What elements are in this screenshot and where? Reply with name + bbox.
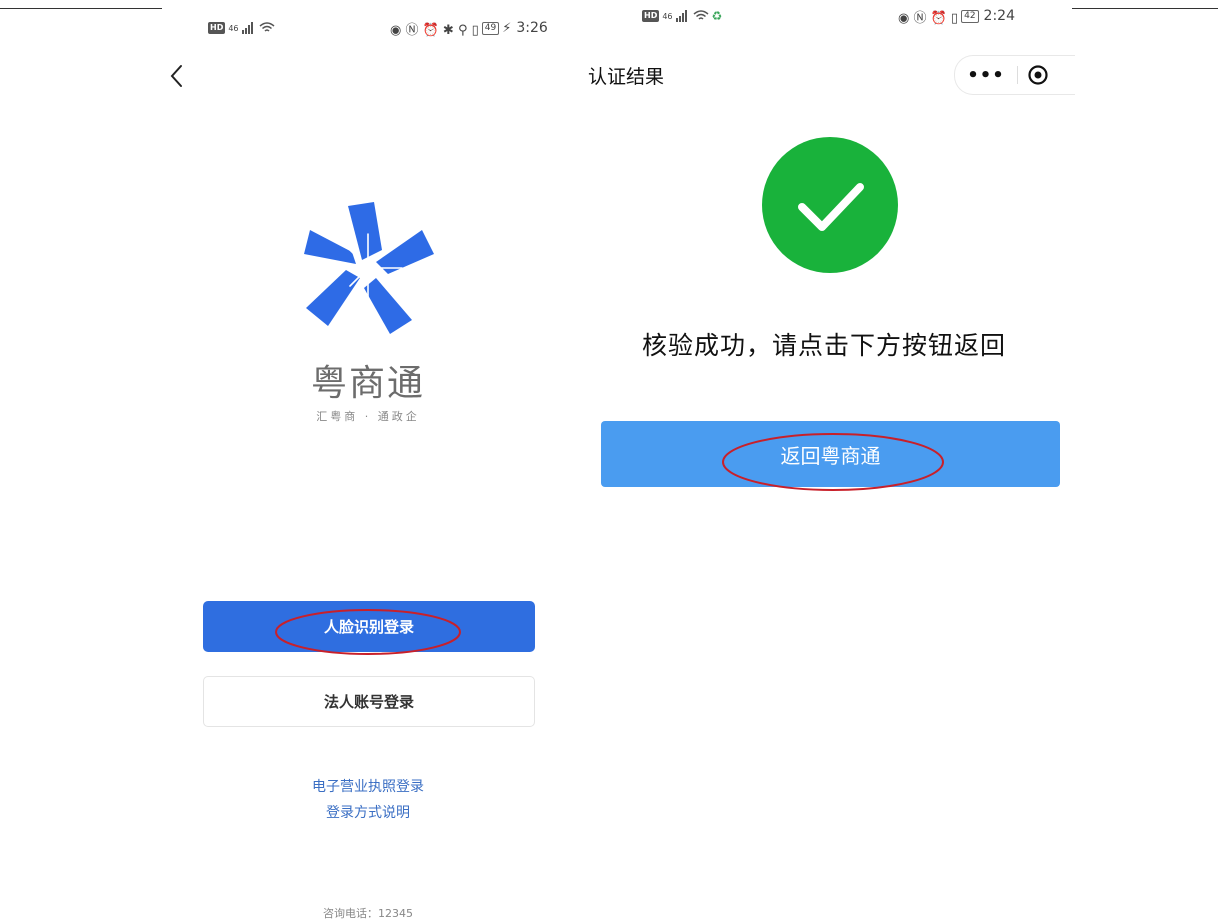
close-miniprogram-button[interactable] [1018,64,1058,86]
status-bar-right-group: ◉ Ⓝ ⏰ ✱ ⚲ ▯ 49 ⚡ 3:26 [390,18,548,38]
back-chevron-icon[interactable] [166,62,188,90]
hotline-text: 咨询电话：12345 [323,907,413,920]
return-button-label: 返回粤商通 [780,443,881,468]
auth-result-screen: HD 46 ♻ ◉ Ⓝ ⏰ ▯ 42 2:24 认证结果 ••• 核验成功，请点… [576,0,1075,560]
page-title: 认证结果 [588,66,665,88]
hd-badge: HD [642,10,660,22]
battery-icon: 49 [481,21,500,35]
app-notification-icon: ♻ [711,9,723,23]
more-menu-button[interactable]: ••• [955,65,1017,86]
status-bar-right-group: ◉ Ⓝ ⏰ ▯ 42 2:24 [898,6,1015,26]
status-icons: ◉ Ⓝ ⏰ ✱ ⚲ ▯ [390,22,479,38]
business-license-login-link[interactable]: 电子营业执照登录 [160,776,576,796]
status-time: 3:26 [516,20,548,36]
yueshangtong-logo-icon [304,202,434,334]
legal-account-login-button[interactable]: 法人账号登录 [203,676,535,727]
battery-icon: 42 [961,9,979,23]
hd-badge: HD [208,22,226,34]
login-screen: HD 46 ◉ Ⓝ ⏰ ✱ ⚲ ▯ 49 ⚡ 3:26 粤商通 汇粤商 · 通政… [160,12,576,920]
document-rule-left [0,8,162,9]
more-dots-icon: ••• [967,64,1005,86]
status-bar-left-group: HD 46 [208,18,275,38]
brand-name: 粤商通 [310,363,425,404]
target-circle-icon [1028,65,1048,85]
status-bar-left-group: HD 46 ♻ [642,6,722,26]
wifi-icon [259,22,275,32]
return-to-app-button[interactable]: 返回粤商通 [601,421,1060,487]
status-icons: ◉ Ⓝ ⏰ ▯ [898,10,959,26]
signal-icon [675,10,687,22]
login-method-help-link[interactable]: 登录方式说明 [160,802,576,822]
network-type: 46 [662,11,673,21]
signal-icon [241,22,253,34]
charging-icon: ⚡ [502,20,512,36]
verification-success-message: 核验成功，请点击下方按钮返回 [641,331,1006,360]
status-time: 2:24 [983,8,1015,24]
network-type: 46 [228,23,239,33]
wifi-icon [693,10,709,20]
legal-login-label: 法人账号登录 [323,693,414,711]
miniprogram-capsule: ••• [954,55,1075,95]
face-login-label: 人脸识别登录 [323,618,414,636]
face-login-button[interactable]: 人脸识别登录 [203,601,535,652]
brand-slogan: 汇粤商 · 通政企 [316,410,420,423]
success-check-icon [762,137,898,273]
